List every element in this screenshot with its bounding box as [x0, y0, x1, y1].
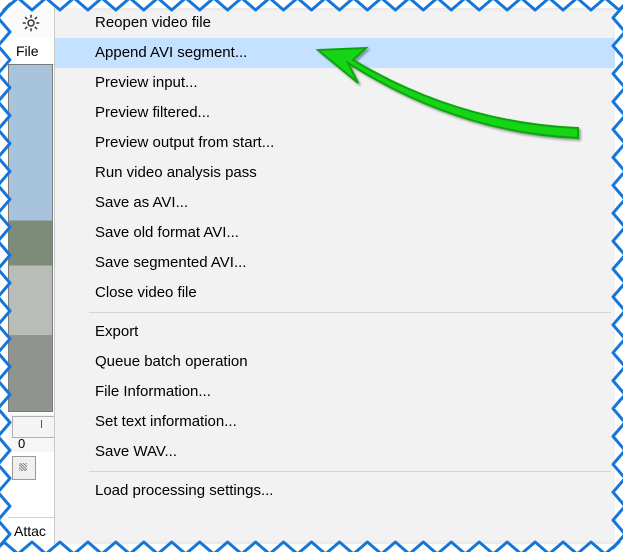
video-preview: [8, 64, 53, 412]
menu-preview-output[interactable]: Preview output from start...: [55, 128, 615, 158]
timeline-position: 0: [18, 436, 25, 451]
file-context-menu: Reopen video file Append AVI segment... …: [54, 8, 615, 544]
title-bar: [8, 8, 53, 39]
menu-load-processing-settings[interactable]: Load processing settings...: [55, 476, 615, 506]
menu-save-as-avi[interactable]: Save as AVI...: [55, 188, 615, 218]
timeline-track[interactable]: [12, 416, 56, 438]
menu-save-old-format[interactable]: Save old format AVI...: [55, 218, 615, 248]
menu-set-text-information[interactable]: Set text information...: [55, 407, 615, 437]
menu-save-wav[interactable]: Save WAV...: [55, 437, 615, 467]
menu-close-video[interactable]: Close video file: [55, 278, 615, 308]
timeline[interactable]: 0: [8, 414, 56, 452]
menu-preview-input[interactable]: Preview input...: [55, 68, 615, 98]
menu-run-analysis[interactable]: Run video analysis pass: [55, 158, 615, 188]
gear-icon: [22, 14, 40, 32]
menu-preview-filtered[interactable]: Preview filtered...: [55, 98, 615, 128]
menu-append-avi-segment[interactable]: Append AVI segment...: [55, 38, 615, 68]
menu-save-segmented[interactable]: Save segmented AVI...: [55, 248, 615, 278]
menu-file-information[interactable]: File Information...: [55, 377, 615, 407]
menu-separator: [89, 471, 611, 472]
menu-reopen-video[interactable]: Reopen video file: [55, 8, 615, 38]
menu-separator: [89, 312, 611, 313]
toolbar-buttons: [8, 456, 56, 486]
menu-file-label: File: [16, 43, 39, 59]
status-label: Attac: [14, 523, 46, 539]
menu-queue-batch[interactable]: Queue batch operation: [55, 347, 615, 377]
menu-export[interactable]: Export: [55, 317, 615, 347]
stop-button[interactable]: [12, 456, 36, 480]
